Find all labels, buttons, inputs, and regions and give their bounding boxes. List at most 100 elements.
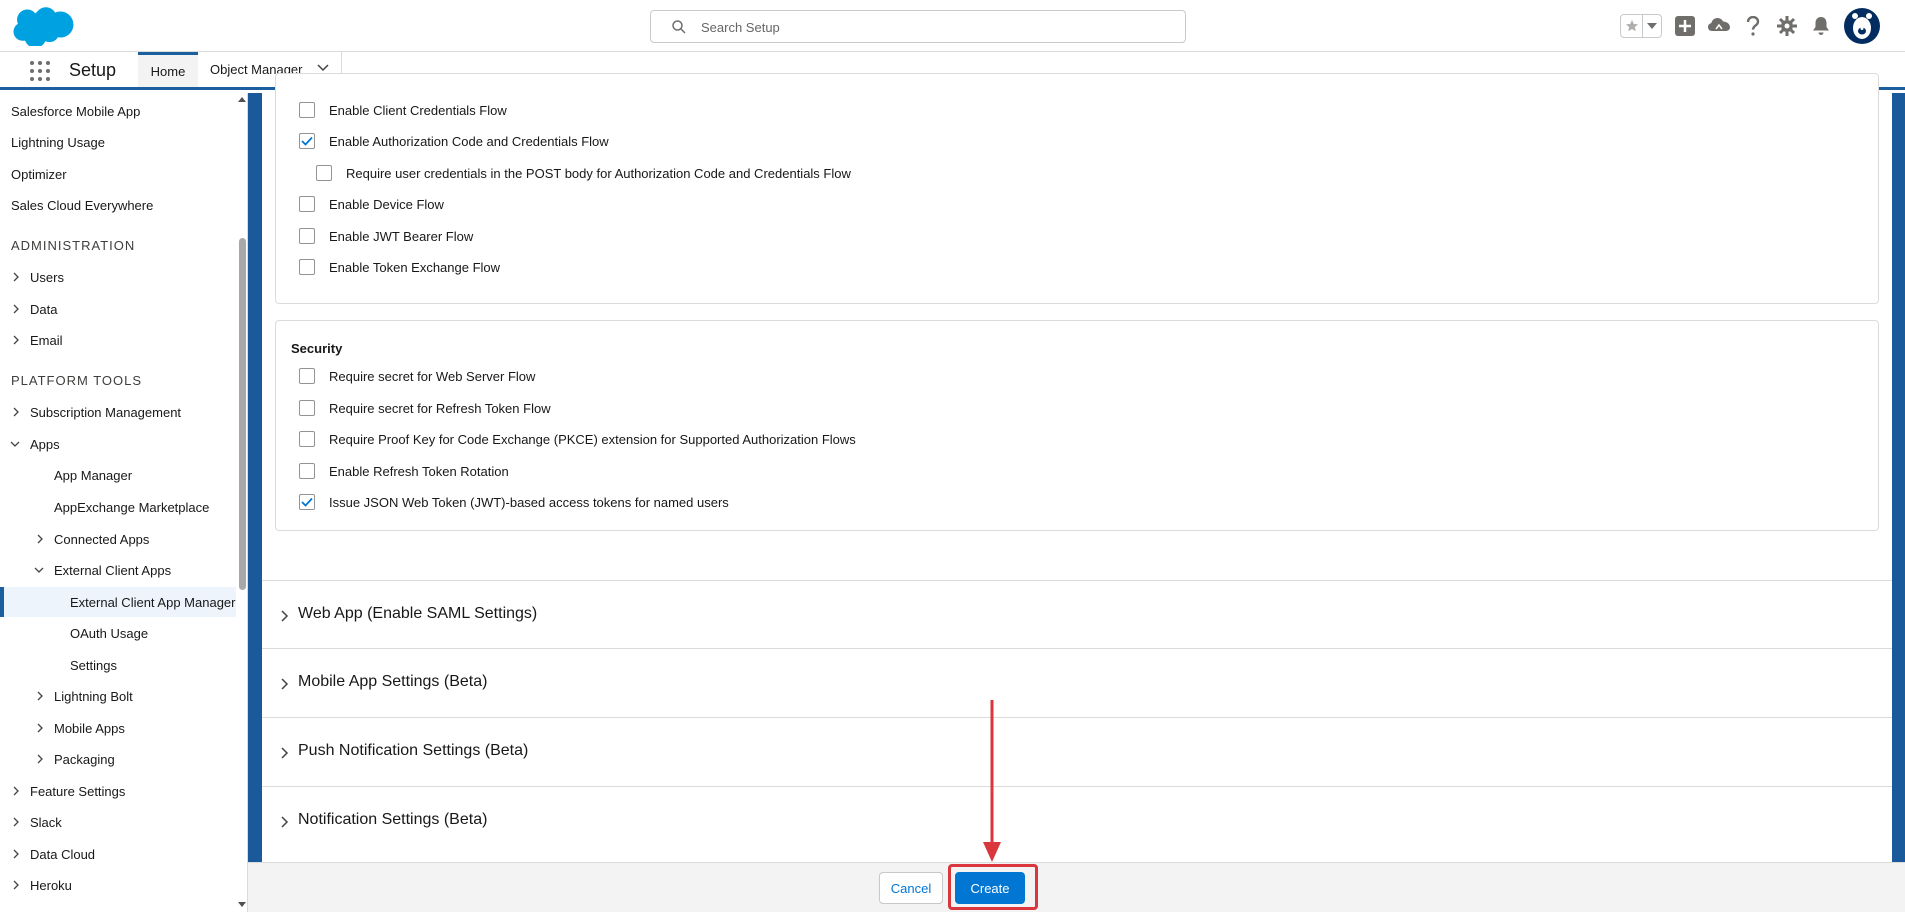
- trailhead-guidance-icon[interactable]: [1702, 10, 1736, 42]
- sidebar-item-packaging[interactable]: Packaging: [0, 744, 236, 774]
- chevron-right-icon[interactable]: [35, 723, 45, 733]
- security-card: Security Require secret for Web Server F…: [275, 320, 1879, 531]
- checkbox[interactable]: [299, 102, 315, 118]
- chevron-right-icon[interactable]: [11, 849, 21, 859]
- global-actions-add-icon[interactable]: [1668, 10, 1702, 42]
- security-card-title: Security: [291, 341, 343, 356]
- chevron-right-icon[interactable]: [11, 786, 21, 796]
- sidebar-item-subscription-management[interactable]: Subscription Management: [0, 397, 236, 427]
- sidebar-item-connected-apps[interactable]: Connected Apps: [0, 524, 236, 554]
- chevron-right-icon[interactable]: [280, 678, 290, 690]
- cancel-button[interactable]: Cancel: [879, 872, 943, 904]
- favorites-dropdown-icon[interactable]: [1643, 15, 1661, 37]
- sidebar-item-appexchange-marketplace[interactable]: AppExchange Marketplace: [0, 492, 236, 522]
- option-label: Enable Authorization Code and Credential…: [329, 133, 609, 149]
- help-icon[interactable]: [1736, 10, 1770, 42]
- sidebar-item-optimizer[interactable]: Optimizer: [0, 159, 236, 189]
- sidebar-item-heroku[interactable]: Heroku: [0, 870, 236, 900]
- sidebar-scrollbar[interactable]: [236, 93, 247, 912]
- annotation-highlight-box: [948, 864, 1038, 910]
- sidebar-item-external-client-app-manager[interactable]: External Client App Manager: [0, 587, 236, 617]
- sidebar-item-data-cloud[interactable]: Data Cloud: [0, 839, 236, 869]
- chevron-down-icon[interactable]: [34, 565, 44, 575]
- favorites-star-icon[interactable]: [1621, 15, 1643, 37]
- checkbox[interactable]: [299, 259, 315, 275]
- checkmark-icon: [301, 497, 313, 507]
- scroll-down-icon[interactable]: [237, 899, 247, 909]
- chevron-right-icon[interactable]: [280, 610, 290, 622]
- chevron-right-icon[interactable]: [11, 407, 21, 417]
- chevron-right-icon[interactable]: [35, 691, 45, 701]
- sidebar-item-mobile-apps[interactable]: Mobile Apps: [0, 713, 236, 743]
- sidebar-item-salesforce-mobile-app[interactable]: Salesforce Mobile App: [0, 96, 236, 126]
- require-secret-web-server-flow-option[interactable]: Require secret for Web Server Flow: [299, 368, 535, 384]
- chevron-right-icon[interactable]: [11, 817, 21, 827]
- sidebar-item-oauth-usage[interactable]: OAuth Usage: [0, 618, 236, 648]
- enable-jwt-bearer-flow-option[interactable]: Enable JWT Bearer Flow: [299, 228, 473, 244]
- option-label: Require secret for Refresh Token Flow: [329, 400, 551, 416]
- sidebar-item-apps[interactable]: Apps: [0, 429, 236, 459]
- checkbox[interactable]: [299, 400, 315, 416]
- user-avatar[interactable]: [1844, 8, 1880, 44]
- checkbox[interactable]: [299, 463, 315, 479]
- checkbox[interactable]: [299, 228, 315, 244]
- chevron-right-icon[interactable]: [11, 335, 21, 345]
- search-box[interactable]: [650, 10, 1186, 43]
- enable-authorization-code-and-credentials-flow-option[interactable]: Enable Authorization Code and Credential…: [299, 133, 609, 149]
- require-user-credentials-post-body-option[interactable]: Require user credentials in the POST bod…: [316, 165, 851, 181]
- checkbox[interactable]: [316, 165, 332, 181]
- salesforce-logo-icon[interactable]: [12, 6, 74, 48]
- checkbox[interactable]: [299, 431, 315, 447]
- notifications-bell-icon[interactable]: [1804, 10, 1838, 42]
- enable-refresh-token-rotation-option[interactable]: Enable Refresh Token Rotation: [299, 463, 509, 479]
- chevron-right-icon[interactable]: [280, 747, 290, 759]
- setup-gear-icon[interactable]: [1770, 10, 1804, 42]
- chevron-down-icon[interactable]: [317, 64, 329, 72]
- sidebar-item-lightning-usage[interactable]: Lightning Usage: [0, 127, 236, 157]
- chevron-right-icon[interactable]: [35, 534, 45, 544]
- app-launcher-icon[interactable]: [30, 61, 50, 81]
- enable-client-credentials-flow-option[interactable]: Enable Client Credentials Flow: [299, 102, 507, 118]
- sidebar-item-slack[interactable]: Slack: [0, 807, 236, 837]
- enable-device-flow-option[interactable]: Enable Device Flow: [299, 196, 444, 212]
- tab-home[interactable]: Home: [138, 52, 198, 87]
- enable-token-exchange-flow-option[interactable]: Enable Token Exchange Flow: [299, 259, 500, 275]
- checkbox[interactable]: [299, 368, 315, 384]
- sidebar-item-label: Apps: [30, 436, 60, 452]
- sidebar-item-email[interactable]: Email: [0, 325, 236, 355]
- sidebar-item-feature-settings[interactable]: Feature Settings: [0, 776, 236, 806]
- sidebar-item-label: Salesforce Mobile App: [11, 103, 141, 119]
- sidebar-item-lightning-bolt[interactable]: Lightning Bolt: [0, 681, 236, 711]
- search-input[interactable]: [701, 15, 1171, 39]
- checkbox-checked[interactable]: [299, 133, 315, 149]
- chevron-right-icon[interactable]: [11, 272, 21, 282]
- accordion-web-app-saml[interactable]: Web App (Enable SAML Settings): [262, 580, 1892, 648]
- chevron-right-icon[interactable]: [11, 880, 21, 890]
- chevron-right-icon[interactable]: [280, 816, 290, 828]
- checkbox[interactable]: [299, 196, 315, 212]
- sidebar-item-data[interactable]: Data: [0, 294, 236, 324]
- sidebar-item-label: Data: [30, 301, 58, 317]
- accordion-mobile-app-settings[interactable]: Mobile App Settings (Beta): [262, 648, 1892, 716]
- checkbox-checked[interactable]: [299, 494, 315, 510]
- sidebar-item-settings[interactable]: Settings: [0, 650, 236, 680]
- sidebar-item-app-manager[interactable]: App Manager: [0, 460, 236, 490]
- chevron-right-icon[interactable]: [35, 754, 45, 764]
- accordion-notification-settings[interactable]: Notification Settings (Beta): [262, 786, 1892, 854]
- flow-enablement-card: Enable Client Credentials Flow Enable Au…: [275, 73, 1879, 304]
- app-name: Setup: [69, 60, 117, 80]
- sidebar-item-sales-cloud-everywhere[interactable]: Sales Cloud Everywhere: [0, 190, 236, 220]
- chevron-right-icon[interactable]: [11, 304, 21, 314]
- require-secret-refresh-token-flow-option[interactable]: Require secret for Refresh Token Flow: [299, 400, 551, 416]
- issue-jwt-access-tokens-option[interactable]: Issue JSON Web Token (JWT)-based access …: [299, 494, 729, 510]
- chevron-down-icon[interactable]: [10, 439, 20, 449]
- accordion-push-notification-settings[interactable]: Push Notification Settings (Beta): [262, 717, 1892, 785]
- sidebar-item-users[interactable]: Users: [0, 262, 236, 292]
- accordion-label: Push Notification Settings (Beta): [298, 742, 529, 759]
- sidebar-item-external-client-apps[interactable]: External Client Apps: [0, 555, 236, 585]
- scroll-up-icon[interactable]: [237, 95, 247, 105]
- sidebar-scroll-thumb[interactable]: [239, 238, 246, 590]
- option-label: Enable Client Credentials Flow: [329, 102, 507, 118]
- option-label: Enable Refresh Token Rotation: [329, 463, 509, 479]
- require-pkce-option[interactable]: Require Proof Key for Code Exchange (PKC…: [299, 431, 856, 447]
